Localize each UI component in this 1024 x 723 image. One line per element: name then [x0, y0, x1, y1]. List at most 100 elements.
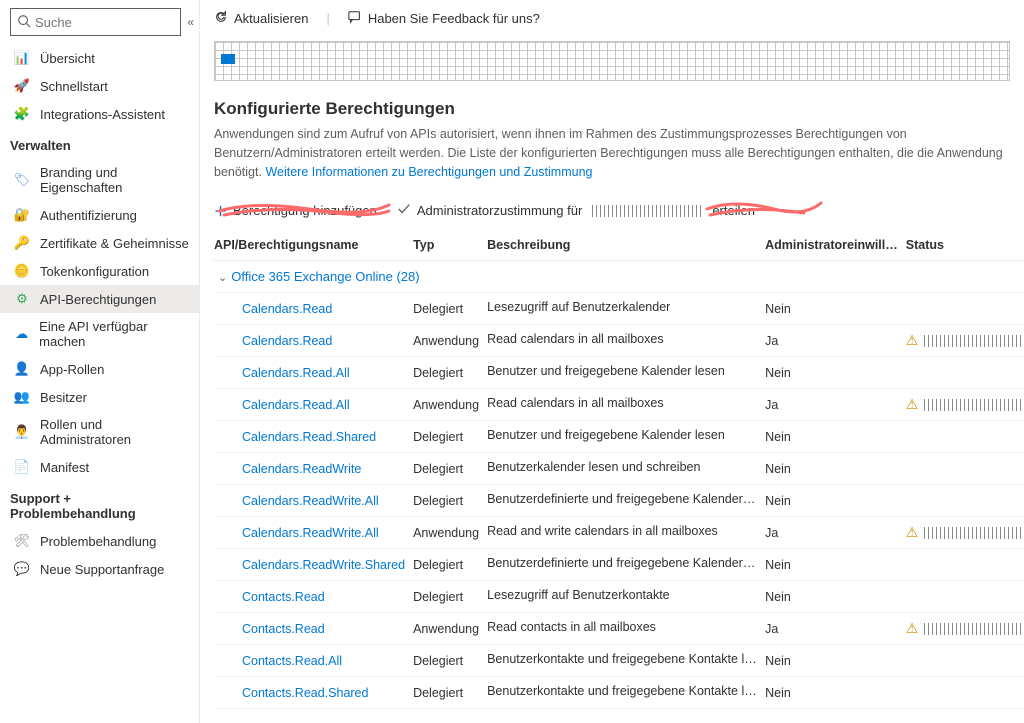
permission-description: Benutzerkontakte und freigegebene Kontak…	[487, 645, 765, 677]
table-row[interactable]: Calendars.Read.AllAnwendungRead calendar…	[214, 389, 1024, 421]
nav-icon: 🛠	[14, 533, 30, 549]
nav-icon: 🧩	[14, 106, 30, 122]
col-header-status[interactable]: Status	[906, 230, 1024, 261]
nav-item-app-rollen[interactable]: 👤App-Rollen	[0, 355, 199, 383]
nav-item-schnellstart[interactable]: 🚀Schnellstart	[0, 72, 199, 100]
redacted-status	[924, 399, 1024, 411]
permission-description: Benutzerdefinierte und freigegebene Kale…	[487, 549, 765, 581]
toolbar-separator: |	[326, 11, 329, 26]
redacted-status	[924, 335, 1024, 347]
warning-icon: ⚠	[906, 620, 919, 637]
table-row[interactable]: Contacts.ReadAnwendungRead contacts in a…	[214, 613, 1024, 645]
permission-admin-consent: Nein	[765, 549, 906, 581]
nav-label: App-Rollen	[40, 362, 104, 377]
col-header-desc[interactable]: Beschreibung	[487, 230, 765, 261]
add-permission-label: Berechtigung hinzufügen	[233, 203, 377, 218]
permission-admin-consent: Nein	[765, 581, 906, 613]
permission-name-link[interactable]: Calendars.Read.Shared	[214, 430, 376, 444]
col-header-name[interactable]: API/Berechtigungsname	[214, 230, 413, 261]
permission-type: Delegiert	[413, 453, 487, 485]
nav-icon: 🔑	[14, 235, 30, 251]
permission-admin-consent: Nein	[765, 421, 906, 453]
command-bar: Aktualisieren | Haben Sie Feedback für u…	[214, 0, 1010, 41]
permission-group-toggle[interactable]: Office 365 Exchange Online (28)	[231, 269, 419, 284]
grant-consent-label-after: erteilen	[712, 203, 755, 218]
table-row[interactable]: Calendars.ReadWriteDelegiertBenutzerkale…	[214, 453, 1024, 485]
permissions-help-link[interactable]: Weitere Informationen zu Berechtigungen …	[265, 165, 592, 179]
table-row[interactable]: Calendars.ReadWrite.AllAnwendungRead and…	[214, 517, 1024, 549]
permission-name-link[interactable]: Calendars.Read.All	[214, 366, 350, 380]
permission-type: Anwendung	[413, 389, 487, 421]
permission-type: Delegiert	[413, 677, 487, 709]
permission-status	[906, 293, 1024, 325]
nav-label: Besitzer	[40, 390, 87, 405]
col-header-type[interactable]: Typ	[413, 230, 487, 261]
permission-type: Delegiert	[413, 421, 487, 453]
permission-name-link[interactable]: Contacts.Read.All	[214, 654, 342, 668]
permission-description: Benutzer und freigegebene Kalender lesen	[487, 421, 765, 453]
permission-name-link[interactable]: Contacts.Read	[214, 622, 325, 636]
nav-label: Übersicht	[40, 51, 95, 66]
permission-status	[906, 357, 1024, 389]
permission-name-link[interactable]: Calendars.ReadWrite.All	[214, 526, 379, 540]
table-row[interactable]: Calendars.Read.Shared DelegiertBenutzer u…	[214, 421, 1024, 453]
feedback-button[interactable]: Haben Sie Feedback für uns?	[348, 10, 540, 27]
permission-type: Delegiert	[413, 581, 487, 613]
table-row[interactable]: Calendars.ReadDelegiertLesezugriff auf B…	[214, 293, 1024, 325]
permission-name-link[interactable]: Calendars.Read	[214, 302, 332, 316]
permission-status	[906, 549, 1024, 581]
col-header-admin[interactable]: Administratoreinwill…	[765, 230, 906, 261]
table-row[interactable]: Calendars.ReadAnwendungRead calendars in…	[214, 325, 1024, 357]
grant-admin-consent-button[interactable]: Administratorzustimmung für erteilen	[397, 202, 755, 219]
permission-name-link[interactable]: Calendars.ReadWrite.All	[214, 494, 379, 508]
add-permission-button[interactable]: ＋ Berechtigung hinzufügen	[214, 201, 377, 220]
nav-item-zertifikate-geheimnisse[interactable]: 🔑Zertifikate & Geheimnisse	[0, 229, 199, 257]
permission-description: Lesezugriff auf Benutzerkalender	[487, 293, 765, 325]
nav-item-tokenkonfiguration[interactable]: 🪙Tokenkonfiguration	[0, 257, 199, 285]
nav-item-integrations-assistent[interactable]: 🧩Integrations-Assistent	[0, 100, 199, 128]
nav-item-branding-und-eigenschaften[interactable]: 🏷Branding und Eigenschaften	[0, 159, 199, 201]
permission-status	[906, 645, 1024, 677]
permission-name-link[interactable]: Calendars.ReadWrite	[214, 462, 361, 476]
nav-item-eine-api-verf-gbar-machen[interactable]: ☁Eine API verfügbar machen	[0, 313, 199, 355]
permission-name-link[interactable]: Contacts.Read.Shared	[214, 686, 368, 700]
permission-name-link[interactable]: Calendars.Read	[214, 334, 332, 348]
table-row[interactable]: Contacts.Read.AllDelegiertBenutzerkontak…	[214, 645, 1024, 677]
nav-item-problembehandlung[interactable]: 🛠Problembehandlung	[0, 527, 199, 555]
permission-status	[906, 453, 1024, 485]
permission-description: Lesezugriff auf Benutzerkontakte	[487, 581, 765, 613]
nav-item-authentifizierung[interactable]: 🔐Authentifizierung	[0, 201, 199, 229]
permission-description: Read calendars in all mailboxes	[487, 325, 765, 357]
redacted-banner	[214, 41, 1010, 81]
table-row[interactable]: Contacts.Read DelegiertLesezugriff auf Be…	[214, 581, 1024, 613]
collapse-sidebar-button[interactable]: «	[187, 15, 191, 29]
nav-icon: 🪙	[14, 263, 30, 279]
table-row[interactable]: Calendars.Read.AllDelegiertBenutzer und …	[214, 357, 1024, 389]
nav-item-rollen-und-administratoren[interactable]: 👨‍💼Rollen und Administratoren	[0, 411, 199, 453]
table-row[interactable]: Calendars.ReadWrite.Shared DelegiertBenut…	[214, 549, 1024, 581]
permission-status: ⚠	[906, 613, 1024, 645]
nav-label: Neue Supportanfrage	[40, 562, 164, 577]
nav-item-neue-supportanfrage[interactable]: 💬Neue Supportanfrage	[0, 555, 199, 583]
permission-name-link[interactable]: Contacts.Read	[214, 590, 325, 604]
sidebar: « 📊Übersicht🚀Schnellstart🧩Integrations-A…	[0, 0, 200, 723]
nav-item-besitzer[interactable]: 👥Besitzer	[0, 383, 199, 411]
refresh-button[interactable]: Aktualisieren	[214, 10, 308, 27]
permission-type: Anwendung	[413, 517, 487, 549]
permission-name-link[interactable]: Calendars.ReadWrite.Shared	[214, 558, 405, 572]
permission-status: ⚠	[906, 517, 1024, 549]
nav-icon: 👨‍💼	[14, 424, 30, 440]
search-box[interactable]	[10, 8, 181, 36]
nav-icon: 📄	[14, 459, 30, 475]
table-row[interactable]: Contacts.Read.SharedDelegiertBenutzerkon…	[214, 677, 1024, 709]
permission-name-link[interactable]: Calendars.Read.All	[214, 398, 350, 412]
permission-status	[906, 677, 1024, 709]
nav-item--bersicht[interactable]: 📊Übersicht	[0, 44, 199, 72]
nav-label: Eine API verfügbar machen	[39, 319, 189, 349]
search-input[interactable]	[35, 15, 174, 30]
nav-item-api-berechtigungen[interactable]: ⚙API-Berechtigungen	[0, 285, 199, 313]
table-row[interactable]: Calendars.ReadWrite.AllDelegiertBenutzer…	[214, 485, 1024, 517]
chevron-down-icon[interactable]: ⌄	[218, 271, 227, 284]
permission-type: Delegiert	[413, 549, 487, 581]
nav-item-manifest[interactable]: 📄Manifest	[0, 453, 199, 481]
